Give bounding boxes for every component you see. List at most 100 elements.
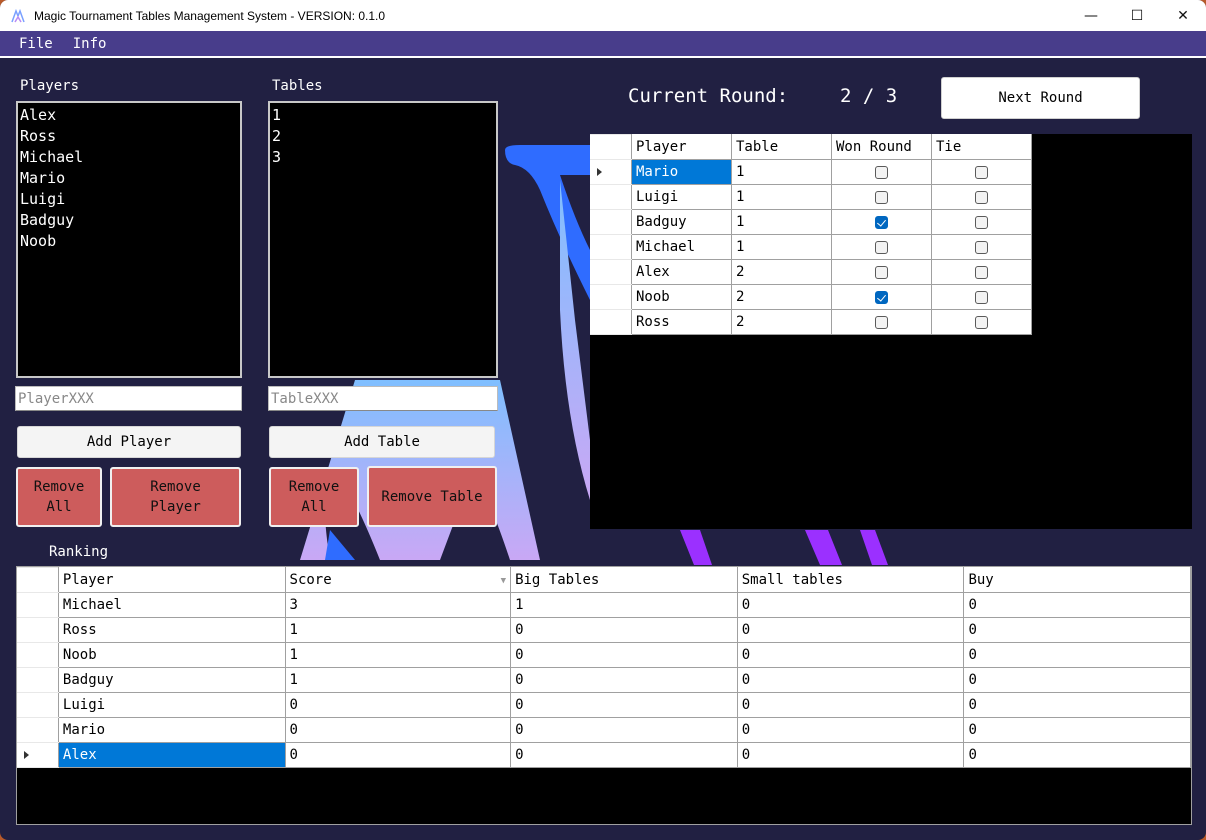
column-header-big-tables[interactable]: Big Tables <box>510 567 738 593</box>
ranking-row[interactable]: Mario 0 0 0 0 <box>17 717 1191 743</box>
column-header-buy[interactable]: Buy <box>963 567 1191 593</box>
pairing-row[interactable]: Alex 2 <box>590 259 1032 285</box>
row-header[interactable] <box>17 642 59 668</box>
won-round-checkbox[interactable] <box>875 190 888 204</box>
cell-table[interactable]: 1 <box>731 159 832 185</box>
cell-won-round[interactable] <box>831 159 932 185</box>
cell-won-round[interactable] <box>831 259 932 285</box>
player-list-item[interactable]: Alex <box>20 105 238 126</box>
cell-player[interactable]: Alex <box>631 259 732 285</box>
table-list-item[interactable]: 2 <box>272 126 494 147</box>
row-header[interactable] <box>17 692 59 718</box>
cell-tie[interactable] <box>931 209 1032 235</box>
won-round-checkbox[interactable] <box>875 315 888 329</box>
ranking-row[interactable]: Michael 3 1 0 0 <box>17 592 1191 618</box>
pairing-row[interactable]: Michael 1 <box>590 234 1032 260</box>
won-round-checkbox[interactable] <box>875 240 888 254</box>
cell-small-tables[interactable]: 0 <box>736 692 965 718</box>
cell-player[interactable]: Michael <box>57 592 286 618</box>
player-list-item[interactable]: Michael <box>20 147 238 168</box>
cell-big-tables[interactable]: 1 <box>510 592 738 618</box>
cell-table[interactable]: 2 <box>731 284 832 310</box>
pairings-grid[interactable]: Player Table Won Round Tie Mario 1 Luigi 1 B… <box>590 134 1192 529</box>
ranking-grid[interactable]: Player Score ▼ Big Tables Small tables Bu… <box>16 566 1192 825</box>
pairing-row[interactable]: Luigi 1 <box>590 184 1032 210</box>
cell-table[interactable]: 1 <box>731 234 832 260</box>
players-listbox[interactable]: Alex Ross Michael Mario Luigi Badguy Noo… <box>16 101 242 378</box>
cell-player[interactable]: Luigi <box>631 184 732 210</box>
row-header[interactable] <box>590 209 632 235</box>
cell-score[interactable]: 1 <box>284 617 512 643</box>
cell-small-tables[interactable]: 0 <box>736 667 965 693</box>
tie-checkbox[interactable] <box>975 315 988 329</box>
player-list-item[interactable]: Ross <box>20 126 238 147</box>
row-header[interactable] <box>590 159 632 185</box>
cell-won-round[interactable] <box>831 284 932 310</box>
tie-checkbox[interactable] <box>975 165 988 179</box>
cell-player[interactable]: Badguy <box>57 667 286 693</box>
row-header[interactable] <box>590 234 632 260</box>
tie-checkbox[interactable] <box>975 265 988 279</box>
cell-big-tables[interactable]: 0 <box>510 667 738 693</box>
add-table-button[interactable]: Add Table <box>269 426 495 458</box>
won-round-checkbox[interactable] <box>875 215 888 229</box>
cell-buy[interactable]: 0 <box>963 692 1191 718</box>
cell-tie[interactable] <box>931 284 1032 310</box>
column-header-table[interactable]: Table <box>731 134 832 160</box>
pairing-row[interactable]: Badguy 1 <box>590 209 1032 235</box>
player-list-item[interactable]: Noob <box>20 231 238 252</box>
add-player-button[interactable]: Add Player <box>17 426 241 458</box>
tie-checkbox[interactable] <box>975 215 988 229</box>
pairing-row[interactable]: Mario 1 <box>590 159 1032 185</box>
remove-all-players-button[interactable]: Remove All <box>16 467 102 527</box>
cell-player[interactable]: Mario <box>631 159 732 185</box>
cell-big-tables[interactable]: 0 <box>510 617 738 643</box>
cell-won-round[interactable] <box>831 209 932 235</box>
cell-score[interactable]: 0 <box>284 717 512 743</box>
cell-score[interactable]: 1 <box>284 642 512 668</box>
won-round-checkbox[interactable] <box>875 265 888 279</box>
menu-info[interactable]: Info <box>73 36 107 52</box>
cell-player[interactable]: Noob <box>57 642 286 668</box>
player-name-input[interactable] <box>15 386 242 411</box>
next-round-button[interactable]: Next Round <box>941 77 1140 119</box>
cell-small-tables[interactable]: 0 <box>736 617 965 643</box>
cell-table[interactable]: 1 <box>731 184 832 210</box>
pairing-row[interactable]: Ross 2 <box>590 309 1032 335</box>
cell-table[interactable]: 1 <box>731 209 832 235</box>
column-header-small-tables[interactable]: Small tables <box>736 567 965 593</box>
tie-checkbox[interactable] <box>975 190 988 204</box>
close-button[interactable]: ✕ <box>1160 0 1206 31</box>
cell-won-round[interactable] <box>831 234 932 260</box>
row-header[interactable] <box>590 259 632 285</box>
tables-listbox[interactable]: 1 2 3 <box>268 101 498 378</box>
player-list-item[interactable]: Luigi <box>20 189 238 210</box>
cell-buy[interactable]: 0 <box>963 592 1191 618</box>
row-header[interactable] <box>17 617 59 643</box>
cell-table[interactable]: 2 <box>731 259 832 285</box>
cell-tie[interactable] <box>931 309 1032 335</box>
table-list-item[interactable]: 1 <box>272 105 494 126</box>
player-list-item[interactable]: Mario <box>20 168 238 189</box>
cell-score[interactable]: 3 <box>284 592 512 618</box>
ranking-row[interactable]: Luigi 0 0 0 0 <box>17 692 1191 718</box>
column-header-won-round[interactable]: Won Round <box>831 134 932 160</box>
cell-player[interactable]: Michael <box>631 234 732 260</box>
player-list-item[interactable]: Badguy <box>20 210 238 231</box>
cell-player[interactable]: Ross <box>57 617 286 643</box>
cell-tie[interactable] <box>931 234 1032 260</box>
column-header-tie[interactable]: Tie <box>931 134 1032 160</box>
ranking-row[interactable]: Ross 1 0 0 0 <box>17 617 1191 643</box>
won-round-checkbox[interactable] <box>875 290 888 304</box>
row-header[interactable] <box>17 717 59 743</box>
pairing-row[interactable]: Noob 2 <box>590 284 1032 310</box>
ranking-row[interactable]: Noob 1 0 0 0 <box>17 642 1191 668</box>
cell-table[interactable]: 2 <box>731 309 832 335</box>
cell-score[interactable]: 0 <box>284 742 512 768</box>
cell-small-tables[interactable]: 0 <box>736 592 965 618</box>
minimize-button[interactable]: — <box>1068 0 1114 31</box>
cell-score[interactable]: 0 <box>284 692 512 718</box>
cell-tie[interactable] <box>931 259 1032 285</box>
cell-score[interactable]: 1 <box>284 667 512 693</box>
column-header-player[interactable]: Player <box>631 134 732 160</box>
